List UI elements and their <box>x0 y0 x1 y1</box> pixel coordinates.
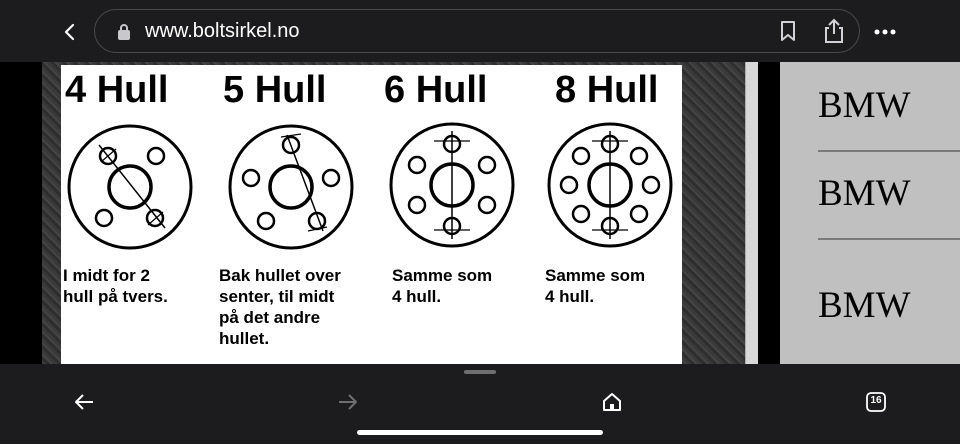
brand-link-bmw[interactable]: BMW <box>818 172 911 215</box>
toolbar-handle[interactable] <box>464 370 496 374</box>
brand-link-bmw[interactable]: BMW <box>818 84 911 127</box>
description-6-hull: Samme som 4 hull. <box>392 266 493 306</box>
lock-icon <box>117 23 131 46</box>
divider <box>818 238 960 240</box>
description-4-hull: I midt for 2 hull på tvers. <box>63 266 168 306</box>
tab-count: 16 <box>870 395 882 406</box>
bolt-diagrams <box>67 122 673 250</box>
share-icon[interactable] <box>823 18 845 49</box>
home-indicator[interactable] <box>357 430 603 435</box>
frame-scrollbar[interactable] <box>745 62 758 364</box>
diagram-8-hull <box>547 122 673 248</box>
home-icon[interactable] <box>596 386 628 418</box>
description-8-hull: Samme som 4 hull. <box>545 266 646 306</box>
brand-link-bmw[interactable]: BMW <box>818 284 911 327</box>
bolt-pattern-figure: 4 Hull 5 Hull 6 Hull 8 Hull I midt for 2… <box>61 65 682 364</box>
web-content: 4 Hull 5 Hull 6 Hull 8 Hull I midt for 2… <box>0 62 960 364</box>
url-text[interactable]: www.boltsirkel.no <box>145 20 300 43</box>
brand-list: BMW BMW BMW <box>780 62 960 364</box>
forward-arrow-icon[interactable] <box>332 386 364 418</box>
back-chevron-icon[interactable] <box>56 18 84 46</box>
divider <box>818 150 960 152</box>
description-5-hull: Bak hullet over senter, til midt på det … <box>219 266 341 348</box>
browser-bottom-toolbar: 16 <box>0 364 960 444</box>
bookmark-icon[interactable] <box>779 20 797 47</box>
address-bar[interactable]: www.boltsirkel.no <box>94 9 860 53</box>
diagram-5-hull <box>228 124 354 250</box>
diagram-4-hull <box>67 124 193 250</box>
diagram-6-hull <box>389 122 515 248</box>
more-icon[interactable] <box>874 22 896 40</box>
browser-top-bar: www.boltsirkel.no <box>0 0 960 62</box>
tabs-icon[interactable]: 16 <box>860 386 892 418</box>
back-arrow-icon[interactable] <box>68 386 100 418</box>
